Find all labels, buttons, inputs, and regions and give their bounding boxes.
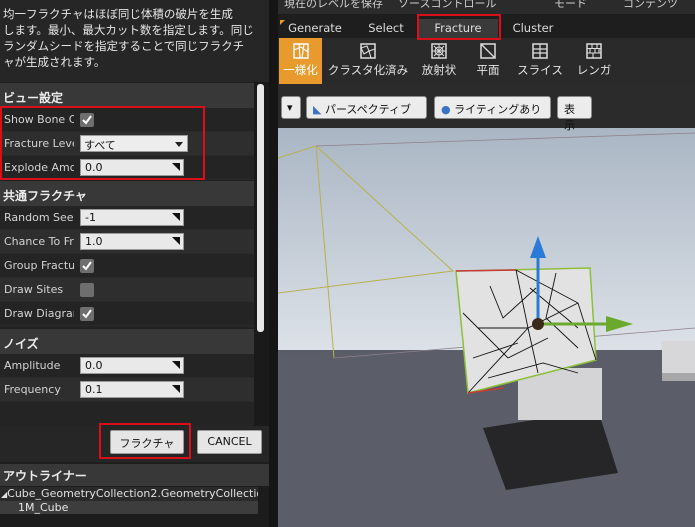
drag-corner-icon <box>172 213 180 221</box>
tab-generate[interactable]: Generate <box>282 19 348 38</box>
outliner-item-label: Cube_GeometryCollection2.GeometryCollect… <box>7 487 258 500</box>
fracture-level-dropdown[interactable]: すべて <box>80 135 188 152</box>
row-chance-to-fracture: Chance To Fracture 1.0 <box>0 230 254 254</box>
row-draw-sites: Draw Sites <box>0 278 254 302</box>
tool-slice[interactable]: スライス <box>514 38 566 84</box>
draw-diagram-label: Draw Diagram <box>4 307 74 320</box>
panel-splitter[interactable] <box>269 0 278 527</box>
group-fracture-checkbox[interactable] <box>80 259 94 273</box>
amplitude-label: Amplitude <box>4 359 61 372</box>
level-viewport[interactable] <box>278 128 695 527</box>
section-view-settings[interactable]: ビュー設定 <box>0 82 254 108</box>
tool-slice-label: スライス <box>517 63 563 77</box>
chance-to-fracture-value: 1.0 <box>85 235 103 248</box>
brick-icon <box>586 43 602 59</box>
row-frequency: Frequency 0.1 <box>0 378 254 402</box>
tool-plane-label: 平面 <box>476 63 500 77</box>
uniform-icon <box>292 43 309 59</box>
tool-uniform[interactable]: 一様化 <box>279 38 322 84</box>
random-seed-value: -1 <box>85 211 96 224</box>
outliner-child-item[interactable]: 1M_Cube <box>0 501 258 514</box>
drag-corner-icon <box>172 361 180 369</box>
show-bone-colors-label: Show Bone Colors <box>4 113 74 126</box>
menu-content[interactable]: コンテンツ <box>623 0 678 11</box>
fracture-level-value: すべて <box>84 139 116 152</box>
perspective-button[interactable]: ◣ パースペクティブ <box>306 96 427 119</box>
tab-select[interactable]: Select <box>355 19 417 38</box>
perspective-label: パースペクティブ <box>324 103 411 116</box>
outliner-item[interactable]: ◢Cube_GeometryCollection2.GeometryCollec… <box>0 487 258 501</box>
row-amplitude: Amplitude 0.0 <box>0 354 254 378</box>
explode-amount-value: 0.0 <box>85 161 103 174</box>
row-group-fracture: Group Fracture <box>0 254 254 278</box>
show-button[interactable]: 表示 <box>557 96 592 132</box>
chevron-down-icon: ▾ <box>287 101 293 114</box>
draw-diagram-checkbox[interactable] <box>80 307 94 321</box>
radial-icon <box>431 43 447 59</box>
drag-corner-icon <box>172 385 180 393</box>
draw-sites-label: Draw Sites <box>4 283 64 296</box>
camera-icon: ◣ <box>313 103 322 116</box>
tool-clustered-label: クラスタ化済み <box>327 63 409 77</box>
tool-plane[interactable]: 平面 <box>470 38 506 84</box>
fracture-level-label: Fracture Level <box>4 137 74 150</box>
draw-sites-checkbox[interactable] <box>80 283 94 297</box>
tab-fracture[interactable]: Fracture <box>418 19 498 38</box>
tool-clustered[interactable]: クラスタ化済み <box>326 38 410 84</box>
row-fracture-level: Fracture Level すべて <box>0 132 254 156</box>
tool-radial-label: 放射状 <box>421 63 457 77</box>
tool-brick[interactable]: レンガ <box>573 38 615 84</box>
lit-sphere-icon: ● <box>441 103 451 116</box>
drag-corner-icon <box>172 237 180 245</box>
section-noise[interactable]: ノイズ <box>0 328 254 354</box>
tool-radial[interactable]: 放射状 <box>416 38 462 84</box>
frequency-label: Frequency <box>4 383 61 396</box>
lighting-label: ライティングあり <box>454 103 542 116</box>
explode-amount-label: Explode Amount <box>4 161 74 174</box>
menu-source-control[interactable]: ソースコントロール <box>398 0 496 11</box>
menu-modes[interactable]: モード <box>554 0 587 11</box>
row-show-bone-colors: Show Bone Colors <box>0 108 254 132</box>
menu-save-level[interactable]: 現在のレベルを保存 <box>284 0 383 11</box>
fracture-description: 均一フラクチャはほぼ同じ体積の破片を生成 します。最小、最大カット数を指定します… <box>0 0 269 82</box>
tool-brick-label: レンガ <box>576 63 612 77</box>
amplitude-input[interactable]: 0.0 <box>80 357 184 374</box>
frequency-input[interactable]: 0.1 <box>80 381 184 398</box>
lighting-button[interactable]: ● ライティングあり <box>434 96 551 119</box>
amplitude-value: 0.0 <box>85 359 103 372</box>
details-panel: 均一フラクチャはほぼ同じ体積の破片を生成 します。最小、最大カット数を指定します… <box>0 0 269 527</box>
row-explode-amount: Explode Amount 0.0 <box>0 156 254 180</box>
random-seed-label: Random Seed <box>4 211 74 224</box>
chance-to-fracture-input[interactable]: 1.0 <box>80 233 184 250</box>
drag-corner-icon <box>172 163 180 171</box>
group-fracture-label: Group Fracture <box>4 259 74 272</box>
row-draw-diagram: Draw Diagram <box>0 302 254 326</box>
random-seed-input[interactable]: -1 <box>80 209 184 226</box>
chevron-down-icon <box>175 142 183 147</box>
slice-icon <box>532 43 548 59</box>
section-common-fracture[interactable]: 共通フラクチャ <box>0 180 254 206</box>
chance-to-fracture-label: Chance To Fracture <box>4 235 74 248</box>
outliner-title: アウトライナー <box>0 464 269 486</box>
plane-icon <box>480 43 496 59</box>
row-random-seed: Random Seed -1 <box>0 206 254 230</box>
frequency-value: 0.1 <box>85 383 103 396</box>
tool-uniform-label: 一様化 <box>283 63 318 77</box>
fracture-button[interactable]: フラクチャ <box>110 430 184 454</box>
details-scrollbar-thumb[interactable] <box>257 84 264 332</box>
tab-cluster[interactable]: Cluster <box>502 19 564 38</box>
clustered-icon <box>360 43 376 59</box>
properties-list: ビュー設定 Show Bone Colors Fracture Level すべ… <box>0 82 254 426</box>
top-menu-bar: 現在のレベルを保存 ソースコントロール モード コンテンツ <box>278 0 695 14</box>
cancel-button[interactable]: CANCEL <box>197 430 262 454</box>
viewport-menu-button[interactable]: ▾ <box>281 96 301 119</box>
explode-amount-input[interactable]: 0.0 <box>80 159 184 176</box>
viewport-scene <box>278 128 695 527</box>
show-bone-colors-checkbox[interactable] <box>80 113 94 127</box>
